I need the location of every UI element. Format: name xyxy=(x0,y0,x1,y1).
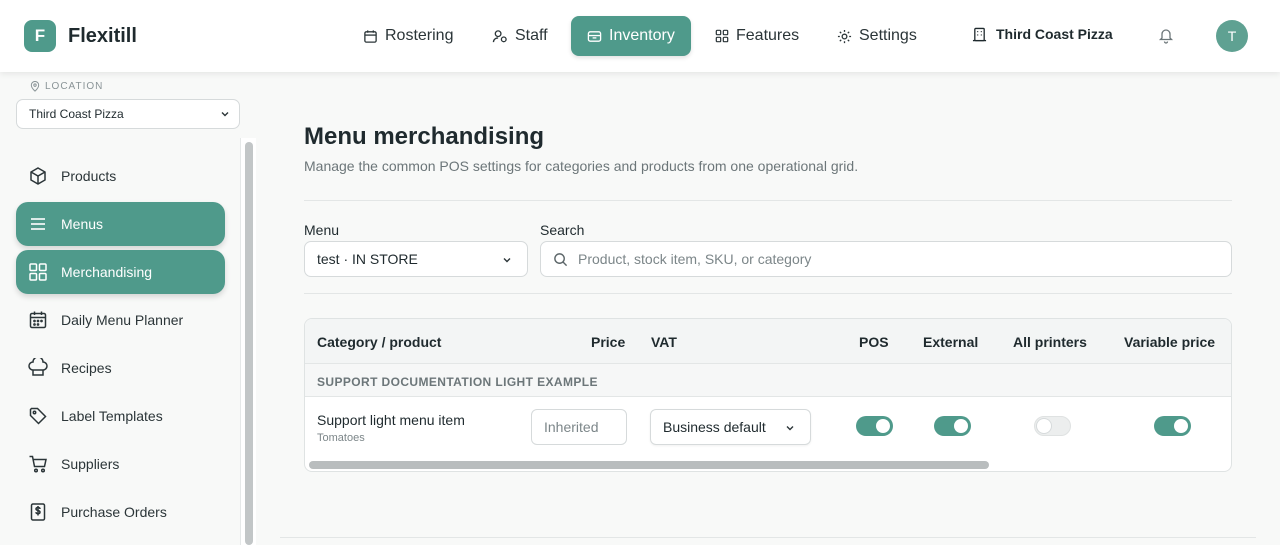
location-value: Third Coast Pizza xyxy=(29,107,124,121)
column-header-category-product: Category / product xyxy=(317,334,442,350)
package-icon xyxy=(30,167,46,185)
menu-lines-icon xyxy=(31,218,45,230)
column-header-pos: POS xyxy=(859,334,889,350)
grid-icon xyxy=(715,29,729,43)
variable-price-toggle[interactable] xyxy=(1154,416,1191,436)
category-label: SUPPORT DOCUMENTATION LIGHT EXAMPLE xyxy=(317,375,598,389)
store-switcher[interactable]: Third Coast Pizza xyxy=(972,26,1113,42)
sidebar-item-label: Products xyxy=(61,168,117,184)
chevron-down-icon xyxy=(503,258,511,263)
app-name[interactable]: Flexitill xyxy=(68,25,137,48)
box-icon xyxy=(587,30,602,42)
tag-icon xyxy=(29,407,47,425)
sidebar-item-daily-menu-planner[interactable]: Daily Menu Planner xyxy=(16,298,225,342)
notifications-button[interactable] xyxy=(1158,27,1174,49)
merchandising-table: Category / product Price VAT POS Externa… xyxy=(304,318,1232,472)
location-label: LOCATION xyxy=(30,81,103,92)
column-header-all-printers: All printers xyxy=(1013,334,1087,350)
nav-rostering[interactable]: Rostering xyxy=(363,16,453,56)
page-subtitle: Manage the common POS settings for categ… xyxy=(304,158,859,174)
product-name: Support light menu item xyxy=(317,412,465,428)
column-header-variable-price: Variable price xyxy=(1124,334,1216,350)
store-name-label: Third Coast Pizza xyxy=(996,26,1113,42)
logo-icon[interactable]: F xyxy=(24,20,56,52)
sidebar-item-menus[interactable]: Menus xyxy=(16,202,225,246)
calendar-icon xyxy=(29,311,47,329)
top-header: F Flexitill Rostering Staff Inventory Fe… xyxy=(0,0,1280,72)
pos-toggle[interactable] xyxy=(856,416,893,436)
vat-select-value: Business default xyxy=(663,419,766,435)
gear-icon xyxy=(837,29,852,43)
table-horizontal-scrollbar[interactable] xyxy=(309,461,989,469)
sidebar-item-label: Suppliers xyxy=(61,456,120,472)
receipt-dollar-icon xyxy=(30,503,46,521)
sidebar-item-purchase-orders[interactable]: Purchase Orders xyxy=(16,490,225,534)
search-input[interactable] xyxy=(578,251,1178,267)
sidebar-item-merchandising[interactable]: Merchandising xyxy=(16,250,225,294)
divider xyxy=(304,293,1232,294)
nav-settings[interactable]: Settings xyxy=(837,16,917,56)
bell-icon xyxy=(1158,29,1174,44)
nav-settings-label: Settings xyxy=(859,27,917,44)
toggle-knob xyxy=(1037,419,1051,433)
toggle-knob xyxy=(954,419,968,433)
sidebar-item-label: Recipes xyxy=(61,360,112,376)
sidebar-item-label: Purchase Orders xyxy=(61,504,167,520)
product-stock-item: Tomatoes xyxy=(317,432,365,444)
grid-icon xyxy=(29,263,47,281)
sidebar-item-label: Daily Menu Planner xyxy=(61,312,184,328)
sidebar-item-label: Menus xyxy=(61,216,104,232)
users-icon xyxy=(492,29,507,42)
toggle-knob xyxy=(876,419,890,433)
nav-staff-label: Staff xyxy=(515,27,548,44)
menu-select-value: test · IN STORE xyxy=(317,251,418,267)
page-title: Menu merchandising xyxy=(304,123,545,150)
cart-icon xyxy=(29,455,47,473)
nav-inventory[interactable]: Inventory xyxy=(571,16,691,56)
sidebar-item-products[interactable]: Products xyxy=(16,154,225,198)
toggle-knob xyxy=(1174,419,1188,433)
menu-select[interactable]: test · IN STORE xyxy=(304,241,528,277)
nav-inventory-label: Inventory xyxy=(609,27,675,44)
location-select[interactable]: Third Coast Pizza xyxy=(16,99,240,129)
location-label-text: LOCATION xyxy=(45,81,104,92)
search-field-label: Search xyxy=(540,222,585,238)
sidebar-item-recipes[interactable]: Recipes xyxy=(16,346,225,390)
map-pin-icon xyxy=(30,81,40,92)
menu-field-label: Menu xyxy=(304,222,340,238)
nav-features-label: Features xyxy=(736,27,800,44)
search-field[interactable] xyxy=(540,241,1232,277)
divider xyxy=(304,200,1232,201)
category-row[interactable]: SUPPORT DOCUMENTATION LIGHT EXAMPLE xyxy=(305,364,1231,397)
nav-features[interactable]: Features xyxy=(715,16,799,56)
search-icon xyxy=(554,252,568,266)
chevron-down-icon xyxy=(221,112,229,117)
sidebar-item-label-templates[interactable]: Label Templates xyxy=(16,394,225,438)
sidebar-item-label: Label Templates xyxy=(61,408,163,424)
avatar[interactable]: T xyxy=(1216,20,1248,52)
chevron-down-icon xyxy=(786,426,794,431)
vat-select[interactable]: Business default xyxy=(650,409,811,445)
nav-rostering-label: Rostering xyxy=(385,27,454,44)
divider xyxy=(280,537,1256,538)
column-header-price: Price xyxy=(591,334,626,350)
price-input[interactable]: Inherited xyxy=(531,409,627,445)
external-toggle[interactable] xyxy=(934,416,971,436)
column-header-vat: VAT xyxy=(651,334,677,350)
calendar-icon xyxy=(364,29,377,43)
building-icon xyxy=(972,27,987,41)
all-printers-toggle[interactable] xyxy=(1034,416,1071,436)
sidebar-scroll-thumb[interactable] xyxy=(245,142,253,545)
sidebar-item-label: Merchandising xyxy=(61,264,153,280)
nav-staff[interactable]: Staff xyxy=(492,16,548,56)
table-header: Category / product Price VAT POS Externa… xyxy=(305,319,1231,364)
chef-hat-icon xyxy=(28,358,48,376)
column-header-external: External xyxy=(923,334,979,350)
sidebar-item-suppliers[interactable]: Suppliers xyxy=(16,442,225,486)
